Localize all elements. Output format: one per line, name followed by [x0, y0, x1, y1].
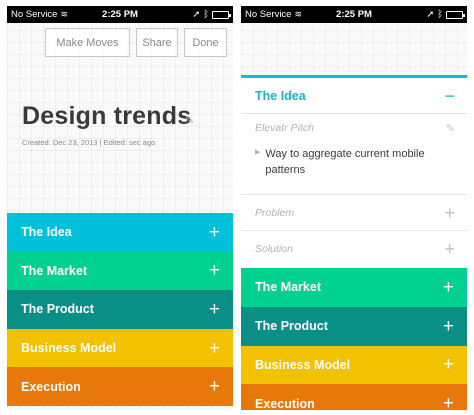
plus-icon[interactable]: +	[443, 278, 454, 297]
plus-icon[interactable]: +	[443, 317, 454, 336]
chevron-right-icon: ▶	[255, 149, 261, 156]
section-list: The Market + The Product + Business Mode…	[241, 268, 467, 410]
battery-icon	[212, 10, 231, 19]
pitch-text: Way to aggregate current mobile patterns	[265, 148, 425, 176]
section-label: The Product	[21, 302, 94, 317]
section-label: Execution	[255, 396, 315, 410]
location-icon: ➚	[192, 9, 201, 20]
section-list: The Idea + The Market + The Product + Bu…	[7, 213, 233, 406]
pitch-entry[interactable]: ▶ Way to aggregate current mobile patter…	[241, 142, 467, 194]
make-moves-button[interactable]: Make Moves	[45, 28, 130, 57]
section-label: Business Model	[255, 357, 351, 372]
plus-icon[interactable]: +	[209, 223, 220, 242]
section-execution[interactable]: Execution +	[241, 384, 467, 410]
plus-icon[interactable]: +	[444, 204, 455, 222]
carrier-label: No Service	[245, 9, 292, 20]
edit-pencil-icon[interactable]: ✎	[185, 114, 194, 127]
section-the-idea-expanded[interactable]: The Idea −	[241, 75, 467, 114]
section-the-product[interactable]: The Product +	[7, 290, 233, 329]
share-button[interactable]: Share	[136, 28, 178, 57]
plus-icon[interactable]: +	[443, 355, 454, 374]
section-label: The Product	[255, 319, 328, 334]
wifi-icon: ≋	[294, 9, 303, 19]
section-label: Execution	[21, 379, 81, 394]
section-label: The Market	[255, 280, 321, 295]
section-label: The Idea	[255, 88, 306, 103]
battery-icon	[446, 10, 465, 19]
document-title: Design trends	[22, 102, 192, 130]
status-bar: No Service ≋ 2:25 PM ➚ ᛒ	[241, 6, 467, 23]
phone-screen-left: No Service ≋ 2:25 PM ➚ ᛒ Make Moves Shar…	[7, 6, 233, 410]
section-the-idea[interactable]: The Idea +	[7, 213, 233, 252]
section-the-product[interactable]: The Product +	[241, 306, 467, 346]
phone-screen-right: No Service ≋ 2:25 PM ➚ ᛒ The Idea − Elev…	[241, 6, 467, 410]
plus-icon[interactable]: +	[209, 300, 220, 319]
plus-icon[interactable]: +	[443, 394, 454, 410]
plus-icon[interactable]: +	[444, 240, 455, 258]
done-button[interactable]: Done	[184, 28, 227, 57]
status-bar: No Service ≋ 2:25 PM ➚ ᛒ	[7, 6, 233, 23]
document-meta: Created: Dec 23, 2013 | Edited: sec ago	[22, 138, 156, 147]
pitch-row[interactable]: Elevatr Pitch ✎	[241, 114, 467, 142]
section-execution[interactable]: Execution +	[7, 367, 233, 406]
section-business-model[interactable]: Business Model +	[241, 345, 467, 385]
plus-icon[interactable]: +	[209, 377, 220, 396]
wifi-icon: ≋	[60, 9, 69, 19]
bluetooth-icon: ᛒ	[203, 9, 209, 20]
subsection-label: Problem	[255, 206, 295, 219]
edit-pencil-icon[interactable]: ✎	[446, 122, 455, 135]
section-label: Business Model	[21, 341, 117, 356]
carrier-label: No Service	[11, 9, 58, 20]
plus-icon[interactable]: +	[209, 339, 220, 358]
section-business-model[interactable]: Business Model +	[7, 328, 233, 368]
subsection-solution[interactable]: Solution +	[241, 230, 467, 266]
plus-icon[interactable]: +	[209, 261, 220, 280]
subsection-label: Solution	[255, 242, 293, 255]
pitch-label: Elevatr Pitch	[255, 122, 314, 134]
bluetooth-icon: ᛒ	[437, 9, 443, 20]
minus-icon[interactable]: −	[444, 87, 455, 105]
location-icon: ➚	[426, 9, 435, 20]
expanded-section-panel: The Idea − Elevatr Pitch ✎ ▶ Way to aggr…	[241, 75, 467, 268]
section-label: The Idea	[21, 225, 72, 240]
section-the-market[interactable]: The Market +	[241, 268, 467, 307]
section-the-market[interactable]: The Market +	[7, 251, 233, 291]
section-label: The Market	[21, 263, 87, 278]
subsection-problem[interactable]: Problem +	[241, 194, 467, 230]
